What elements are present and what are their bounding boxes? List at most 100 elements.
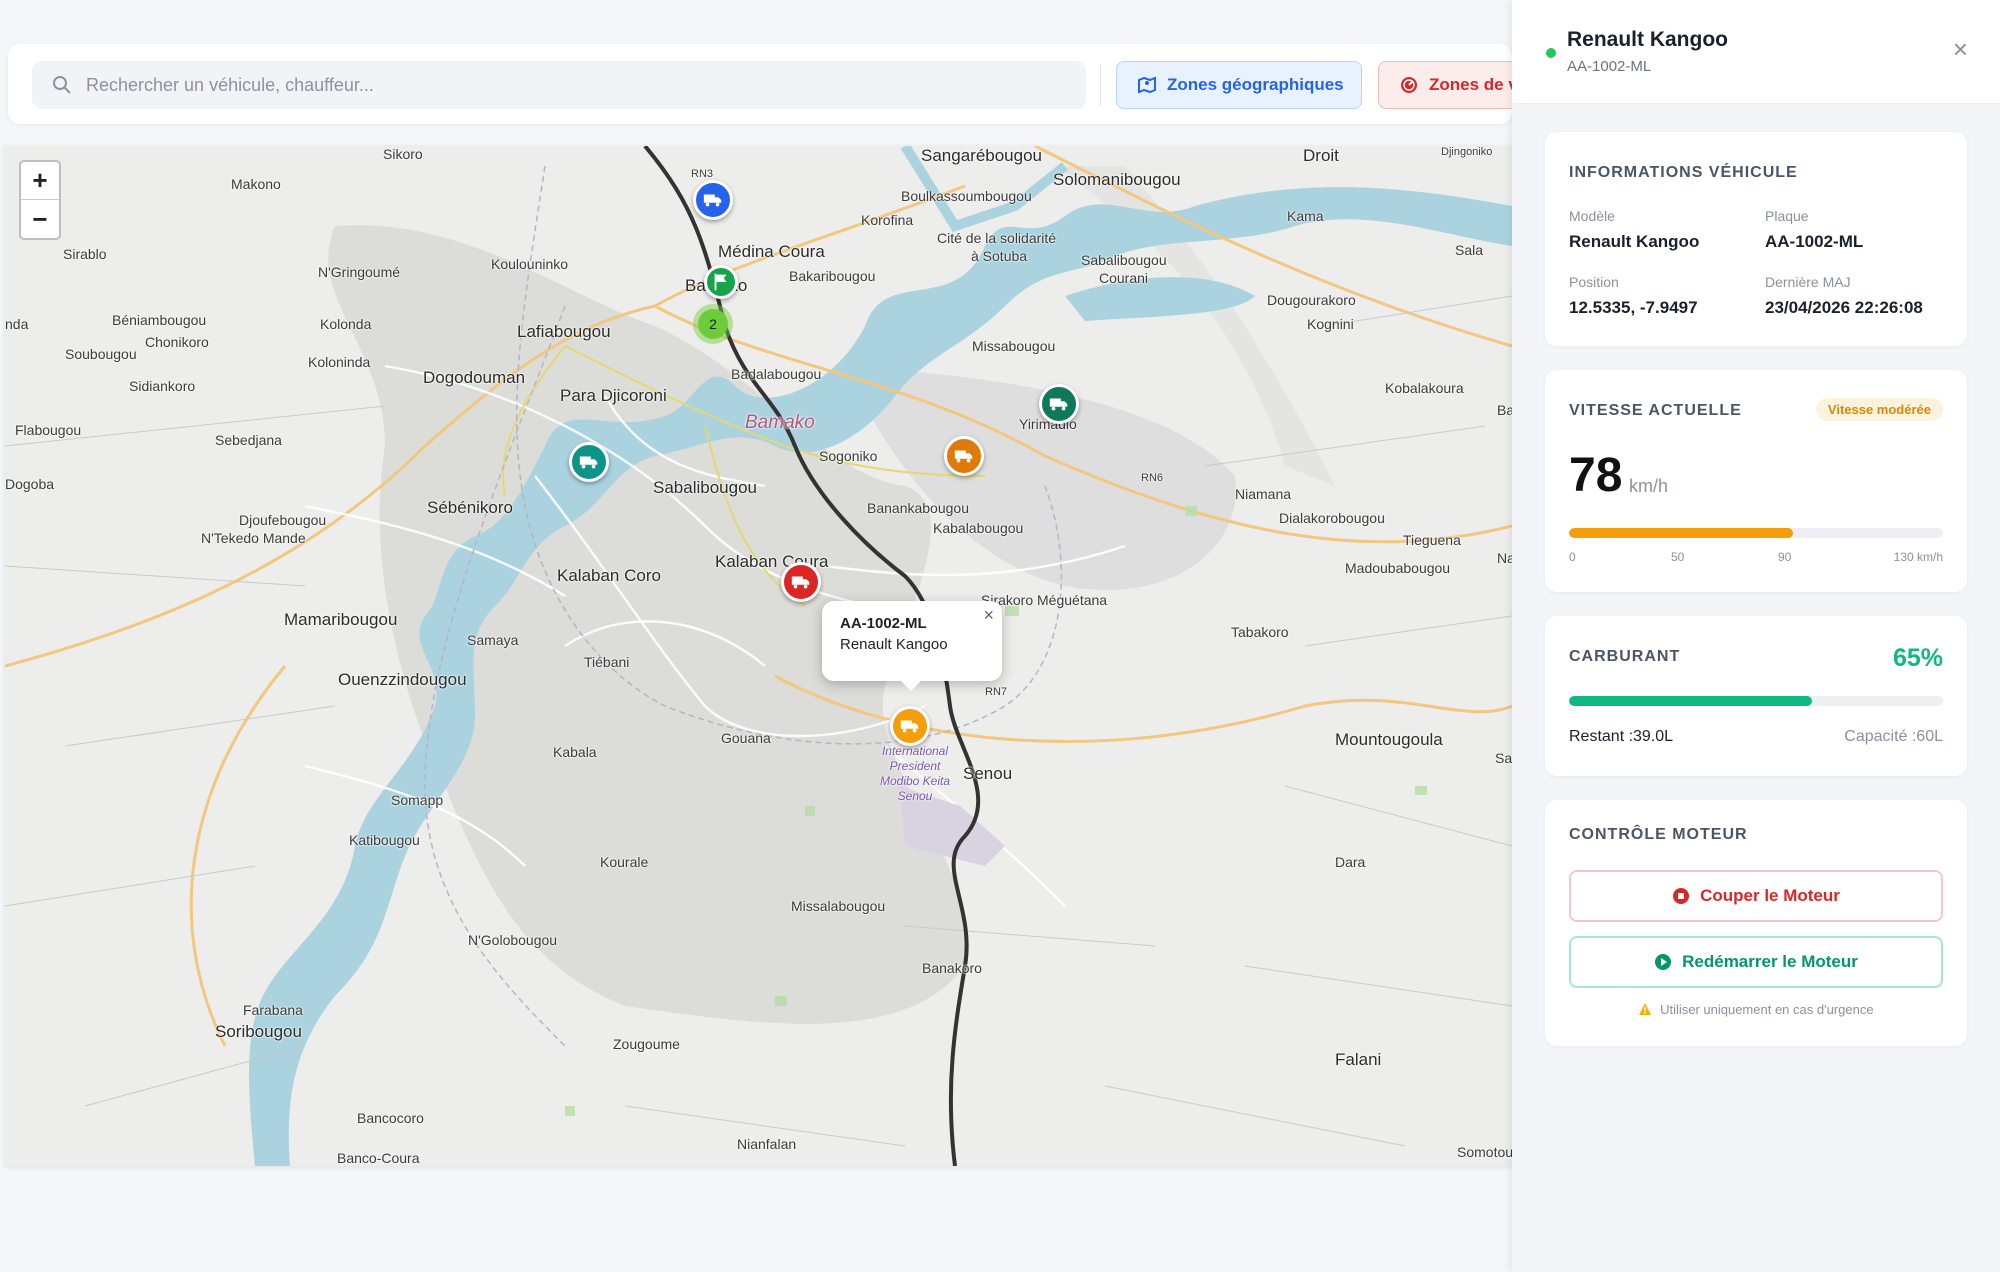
map-label: Droit [1303,146,1339,165]
vehicle-marker-blue[interactable] [693,180,733,220]
search-icon [53,76,71,94]
engine-title: CONTRÔLE MOTEUR [1569,826,1748,843]
restart-engine-label: Redémarrer le Moteur [1682,952,1858,971]
map-label: Falani [1335,1050,1382,1069]
map-label: Kognini [1307,316,1354,332]
panel-header: Renault Kangoo AA-1002-ML × [1512,0,2000,104]
marker-cluster[interactable]: 2 [693,304,733,344]
map-label: N'Golobougou [468,932,558,948]
model-value: Renault Kangoo [1569,232,1700,251]
speed-zones-button[interactable]: Zones de vitesse [1378,61,1518,109]
speed-tick: 50 [1671,550,1685,564]
airport-label: International President Modibo Keita Sen… [879,744,951,803]
map-label: Sikoro [383,146,423,162]
truck-icon [791,576,810,589]
speed-zones-label: Zones de vitesse [1429,75,1517,94]
map-label: Soribougou [215,1022,302,1041]
zoom-in-button[interactable]: + [21,162,59,200]
map-label: Ba [1497,402,1512,418]
updated-value: 23/04/2026 22:26:08 [1765,298,1923,317]
map-label: Kalaban Coro [557,566,661,585]
search-placeholder: Rechercher un véhicule, chauffeur... [86,74,374,95]
map-label: nda [5,316,29,332]
map-label: Djoufebougou [239,512,327,528]
map-label: Madoubabougou [1345,560,1451,576]
truck-icon [954,450,973,463]
map-label: Gouana [721,730,771,746]
warning-icon [1639,1003,1652,1015]
stop-engine-button[interactable]: Couper le Moteur [1569,870,1943,922]
map-label: Missalabougou [791,898,886,914]
zoom-control: + − [19,160,61,240]
engine-warning-text: Utiliser uniquement en cas d'urgence [1660,1002,1874,1017]
engine-warning: Utiliser uniquement en cas d'urgence [1545,1002,1967,1017]
map-label: Kourale [600,854,649,870]
gauge-icon [1401,77,1417,93]
map-label: Sebedjana [215,432,282,448]
zoom-out-button[interactable]: − [21,200,59,238]
map-label: Sala [1455,242,1484,258]
map-label: Mountougoula [1335,730,1443,749]
search-input[interactable]: Rechercher un véhicule, chauffeur... [32,61,1086,109]
map-label: Dogoba [5,476,55,492]
map-label: Chonikoro [145,334,209,350]
road-label: RN7 [985,686,1008,698]
speed-tick: 130 km/h [1893,550,1943,564]
vehicle-marker-teal[interactable] [569,442,609,482]
vehicle-marker-red[interactable] [781,562,821,602]
speed-bar [1569,528,1943,538]
speed-unit: km/h [1629,476,1669,496]
map-label: Sa [1495,750,1512,766]
stop-engine-label: Couper le Moteur [1700,886,1840,905]
engine-control-card: CONTRÔLE MOTEUR Couper le Moteur Redémar… [1545,800,1967,1046]
info-title: INFORMATIONS VÉHICULE [1569,164,1798,181]
popup-model: Renault Kangoo [840,636,948,653]
map-label: Nianfalan [737,1136,797,1152]
map-label: Ouenzzindougou [338,670,467,689]
map-label: Sangarébougou [921,146,1043,165]
fuel-bar [1569,696,1943,706]
fuel-remaining: Restant :39.0L [1569,728,1674,745]
speed-tick: 90 [1778,550,1792,564]
vehicle-marker-selected[interactable] [890,706,930,746]
plate-label: Plaque [1765,208,1809,224]
panel-close-button[interactable]: × [1953,36,1968,62]
speed-tick: 0 [1569,550,1576,564]
map-view[interactable]: Sikoro Makono Sirablo N'Gringoumé Koulou… [5,146,1512,1166]
map-label: Sabalibougou [1081,252,1167,268]
fuel-title: CARBURANT [1569,648,1681,665]
popup-close-button[interactable]: × [983,605,994,626]
map-label: Dougourakoro [1267,292,1356,308]
restart-engine-button[interactable]: Redémarrer le Moteur [1569,936,1943,988]
model-label: Modèle [1569,208,1615,224]
fuel-card: CARBURANT 65% Restant :39.0L Capacité :6… [1545,616,1967,776]
route-start-marker[interactable] [704,265,738,299]
flag-icon [714,273,727,291]
map-label: Badalabougou [731,366,822,382]
vehicle-marker-darkgreen[interactable] [1039,384,1079,424]
fuel-percent: 65% [1892,644,1943,672]
truck-icon [579,456,598,469]
map-label: Senou [963,764,1013,783]
popup-plate: AA-1002-ML [840,615,927,632]
vehicle-marker-orange[interactable] [944,436,984,476]
speed-bar-fill [1569,528,1794,538]
updated-label: Dernière MAJ [1765,274,1851,290]
map-label: N'Tekedo Mande [201,530,306,546]
city-label-bamako: Bamako [745,412,815,433]
map-label: Katibougou [349,832,420,848]
speed-value: 78 [1569,449,1623,502]
position-label: Position [1569,274,1619,290]
map-label: Na [1497,550,1512,566]
map-label: Cité de la solidarité [937,230,1057,246]
geo-zones-label: Zones géographiques [1167,75,1344,94]
map-label: Médina Coura [718,242,825,261]
toolbar-divider [1100,64,1101,106]
map-label: Tiébani [584,654,630,670]
map-label: Kolonda [320,316,372,332]
map-label: Sidiankoro [129,378,196,394]
map-label: Tieguena [1403,532,1461,548]
map-label: à Sotuba [971,248,1028,264]
geo-zones-button[interactable]: Zones géographiques [1116,61,1362,109]
map-label: Flabougou [15,422,82,438]
